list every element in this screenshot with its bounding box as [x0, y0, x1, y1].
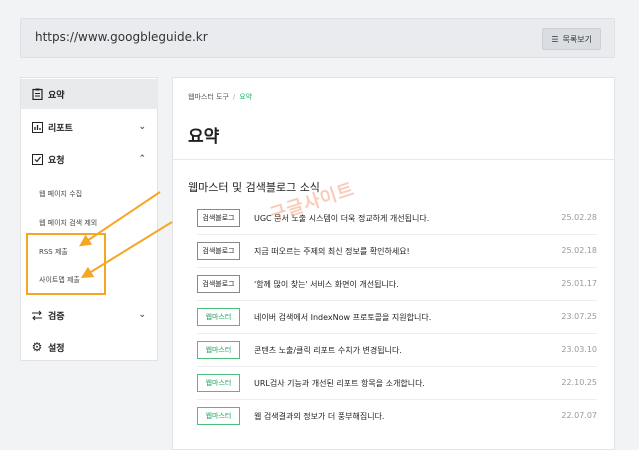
clipboard-icon: [31, 88, 43, 100]
breadcrumb: 웹마스터 도구 / 요약: [188, 93, 253, 101]
news-date: 25.02.28: [561, 213, 597, 222]
sidebar-item-report[interactable]: 리포트 ⌄: [21, 112, 158, 142]
chart-icon: [31, 121, 43, 133]
chevron-up-icon: ⌃: [138, 154, 146, 164]
main-content: 웹마스터 도구 / 요약 요약 웹마스터 및 검색블로그 소식 검색블로그 UGC …: [172, 77, 615, 450]
checklist-icon: [31, 153, 43, 165]
category-badge: 웹마스터: [197, 341, 240, 359]
sidebar-item-label: 요청: [48, 155, 65, 166]
chevron-down-icon: ⌄: [138, 310, 146, 320]
category-badge: 웹마스터: [197, 308, 240, 326]
swap-arrows-icon: [31, 309, 43, 321]
url-bar: https://www.googbleguide.kr ☰ 목록보기: [20, 18, 615, 58]
news-date: 25.02.18: [561, 246, 597, 255]
list-view-button[interactable]: ☰ 목록보기: [542, 28, 601, 50]
sidebar-item-label: 리포트: [48, 123, 73, 134]
news-title[interactable]: 지금 떠오르는 주제의 최신 정보를 확인하세요!: [254, 246, 410, 257]
news-row[interactable]: 검색블로그 UGC 문서 노출 시스템이 더욱 정교하게 개선됩니다. 25.0…: [197, 207, 597, 235]
news-date: 23.03.10: [561, 345, 597, 354]
page-title: 요약: [188, 127, 220, 147]
sidebar-item-label: 검증: [48, 311, 65, 322]
news-title[interactable]: 네이버 검색에서 IndexNow 프로토콜을 지원합니다.: [254, 312, 431, 323]
news-title[interactable]: 웹 검색결과의 정보가 더 풍부해집니다.: [254, 411, 384, 422]
category-badge: 웹마스터: [197, 374, 240, 392]
category-badge: 웹마스터: [197, 407, 240, 425]
site-url: https://www.googbleguide.kr: [35, 30, 208, 44]
subnav-item-page-exclude[interactable]: 웹 페이지 검색 제외: [39, 218, 97, 228]
category-badge: 검색블로그: [197, 209, 240, 227]
sidebar: 요약 리포트 ⌄ 요청 ⌃ 웹 페이지 수집 웹 페이지 검색 제외 RSS 제…: [20, 77, 158, 361]
sidebar-item-request[interactable]: 요청 ⌃: [21, 144, 158, 174]
chevron-down-icon: ⌄: [138, 122, 146, 132]
sidebar-item-summary[interactable]: 요약: [21, 79, 158, 109]
sidebar-item-settings[interactable]: ⚙ 설정: [21, 332, 158, 362]
news-title[interactable]: URL검사 기능과 개선된 리포트 항목을 소개합니다.: [254, 378, 425, 389]
breadcrumb-parent[interactable]: 웹마스터 도구: [188, 93, 229, 101]
news-title[interactable]: 콘텐츠 노출/클릭 리포트 수치가 변경됩니다.: [254, 345, 402, 356]
news-row[interactable]: 검색블로그 '함께 많이 찾는' 서비스 화면이 개선됩니다. 25.01.17: [197, 273, 597, 301]
gear-icon: ⚙: [31, 340, 43, 354]
divider: [173, 159, 614, 160]
sidebar-item-label: 요약: [48, 90, 65, 101]
category-badge: 검색블로그: [197, 242, 240, 260]
news-date: 22.10.25: [561, 378, 597, 387]
news-row[interactable]: 웹마스터 네이버 검색에서 IndexNow 프로토콜을 지원합니다. 23.0…: [197, 306, 597, 334]
news-date: 22.07.07: [561, 411, 597, 420]
annotation-highlight-box: [26, 233, 106, 295]
news-row[interactable]: 검색블로그 지금 떠오르는 주제의 최신 정보를 확인하세요! 25.02.18: [197, 240, 597, 268]
news-date: 23.07.25: [561, 312, 597, 321]
category-badge: 검색블로그: [197, 275, 240, 293]
breadcrumb-current: 요약: [239, 93, 253, 101]
news-title[interactable]: '함께 많이 찾는' 서비스 화면이 개선됩니다.: [254, 279, 399, 290]
news-row[interactable]: 웹마스터 URL검사 기능과 개선된 리포트 항목을 소개합니다. 22.10.…: [197, 372, 597, 400]
sidebar-item-label: 설정: [48, 343, 65, 354]
sidebar-item-verify[interactable]: 검증 ⌄: [21, 300, 158, 330]
news-row[interactable]: 웹마스터 콘텐츠 노출/클릭 리포트 수치가 변경됩니다. 23.03.10: [197, 339, 597, 367]
news-row[interactable]: 웹마스터 웹 검색결과의 정보가 더 풍부해집니다. 22.07.07: [197, 405, 597, 429]
list-view-label: 목록보기: [562, 34, 592, 44]
list-icon: ☰: [551, 34, 559, 44]
news-date: 25.01.17: [561, 279, 597, 288]
subnav-item-page-collect[interactable]: 웹 페이지 수집: [39, 189, 82, 199]
